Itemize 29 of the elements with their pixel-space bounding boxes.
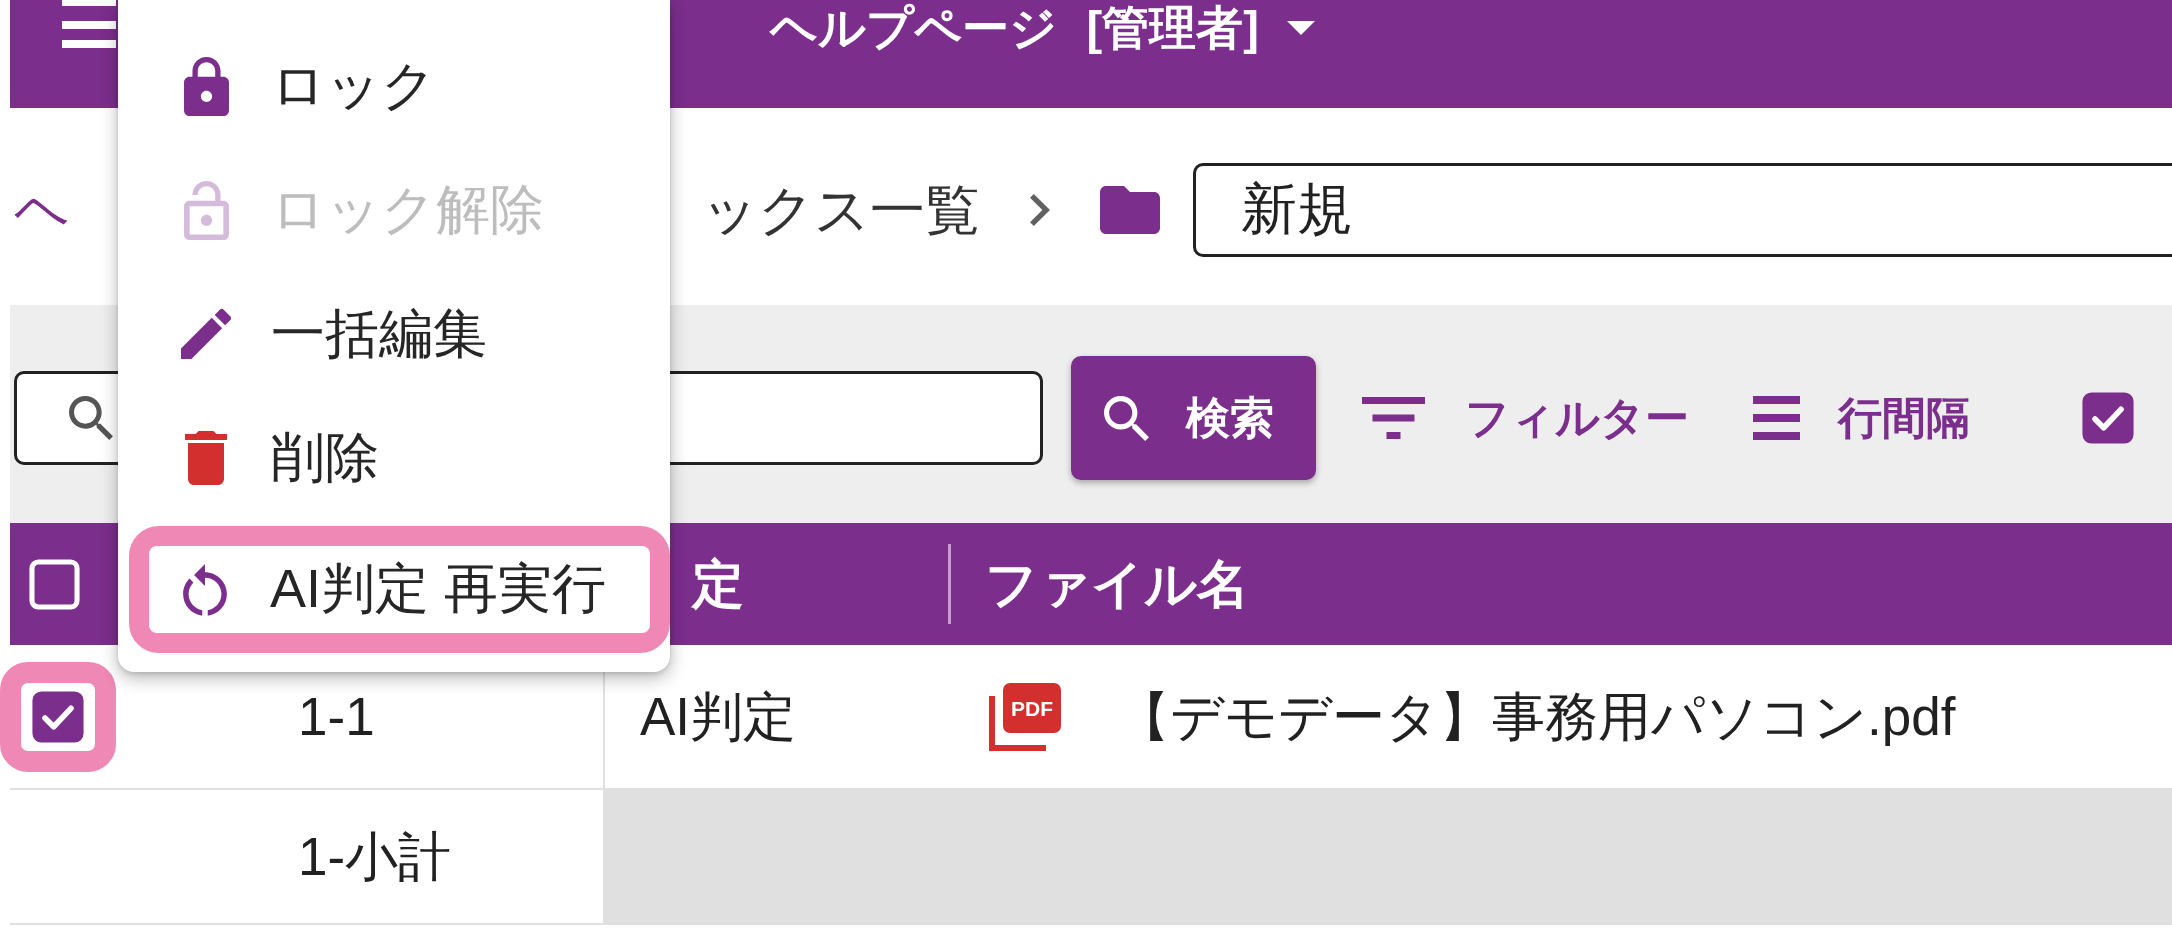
column-value: AI判定 <box>640 685 797 748</box>
search-icon <box>69 396 113 440</box>
unlocked-padlock-icon <box>183 180 229 240</box>
filter-button[interactable]: フィルター <box>1362 388 1689 448</box>
pencil-icon <box>181 308 231 360</box>
folder-name-field[interactable]: 新規 <box>1193 162 2172 257</box>
search-icon <box>1104 395 1149 441</box>
row-label: 1-小計 <box>298 825 452 888</box>
chevron-right-icon <box>1030 193 1050 226</box>
folder-icon <box>1100 185 1160 234</box>
menu-icon[interactable] <box>62 0 116 48</box>
checkbox[interactable] <box>32 690 84 743</box>
column-header[interactable]: ファイル名 <box>985 552 1249 616</box>
search-button[interactable]: 検索 <box>1071 356 1316 480</box>
menu-item[interactable]: AI判定 再実行 <box>149 546 650 633</box>
lock-icon <box>183 56 229 116</box>
row-label: 1-1 <box>298 685 375 748</box>
circular-arrow-icon <box>183 563 227 616</box>
breadcrumb-link[interactable]: ヘ <box>14 176 70 243</box>
density-button[interactable]: 行間隔 <box>1753 388 1970 448</box>
trash-icon <box>185 431 227 485</box>
caret-icon <box>1286 21 1315 35</box>
breadcrumb-link[interactable]: ックス一覧 <box>702 176 980 243</box>
stacked-lines-icon <box>1753 396 1800 440</box>
checkbox[interactable] <box>2082 392 2134 444</box>
column-header[interactable]: 定 <box>692 552 744 616</box>
filter-icon <box>1362 397 1425 439</box>
title-dropdown[interactable]: ヘルプページ [管理者] <box>770 0 1315 56</box>
file-name[interactable]: 【デモデータ】事務用パソコン.pdf <box>1117 684 1956 749</box>
